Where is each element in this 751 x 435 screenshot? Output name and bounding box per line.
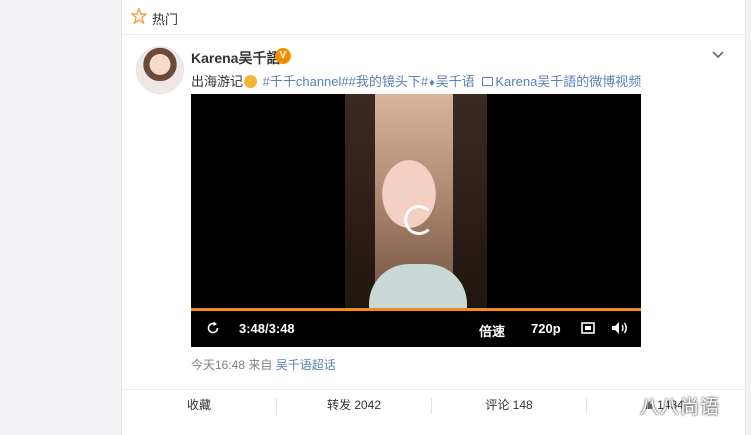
verified-badge-icon: V (275, 48, 291, 64)
superchat-link[interactable]: 吴千语 (436, 74, 475, 89)
hot-label: 热门 (152, 12, 179, 27)
post-time[interactable]: 今天16:48 (191, 358, 245, 372)
hashtag-link-2[interactable]: #我的镜头下# (349, 74, 428, 89)
post-text-start: 出海游记 (191, 74, 244, 89)
volume-icon[interactable] (611, 321, 629, 335)
chevron-down-icon[interactable] (711, 50, 725, 60)
video-link-icon (482, 77, 494, 86)
username-link[interactable]: Karena吴千語 (191, 48, 280, 68)
speed-button[interactable]: 倍速 (479, 321, 505, 340)
video-time: 3:48/3:48 (239, 321, 295, 336)
watermark-text: 八八尚语 (640, 397, 721, 418)
fullscreen-icon[interactable] (581, 322, 595, 334)
video-player[interactable]: 3:48/3:48 倍速 720p (191, 94, 641, 347)
hot-section-header: 热门 (122, 0, 745, 35)
quality-button[interactable]: 720p (531, 321, 561, 336)
video-controls: 3:48/3:48 倍速 720p (191, 311, 641, 347)
sun-emoji-icon (244, 75, 258, 88)
favorite-button[interactable]: 收藏 (122, 390, 276, 420)
loading-spinner-icon (404, 205, 434, 235)
video-frame (345, 94, 487, 310)
star-icon (131, 8, 147, 24)
avatar[interactable] (136, 46, 184, 94)
repost-button[interactable]: 转发 2042 (277, 390, 431, 420)
post-meta: 今天16:48 来自 吴千语超话 (191, 356, 336, 373)
source-link[interactable]: 吴千语超话 (276, 358, 336, 372)
video-link[interactable]: Karena吴千語的微博视频 (495, 74, 641, 89)
comment-button[interactable]: 评论 148 (432, 390, 586, 420)
weibo-card: 热门 Karena吴千語 V 出海游记 #千千channel##我的镜头下#♦吴… (121, 0, 746, 435)
post-text: 出海游记 #千千channel##我的镜头下#♦吴千语 Karena吴千語的微博… (191, 71, 641, 90)
diamond-icon: ♦ (429, 77, 435, 89)
hashtag-link-1[interactable]: #千千channel# (263, 74, 349, 89)
from-label: 来自 (248, 358, 273, 372)
replay-icon[interactable] (206, 321, 220, 335)
